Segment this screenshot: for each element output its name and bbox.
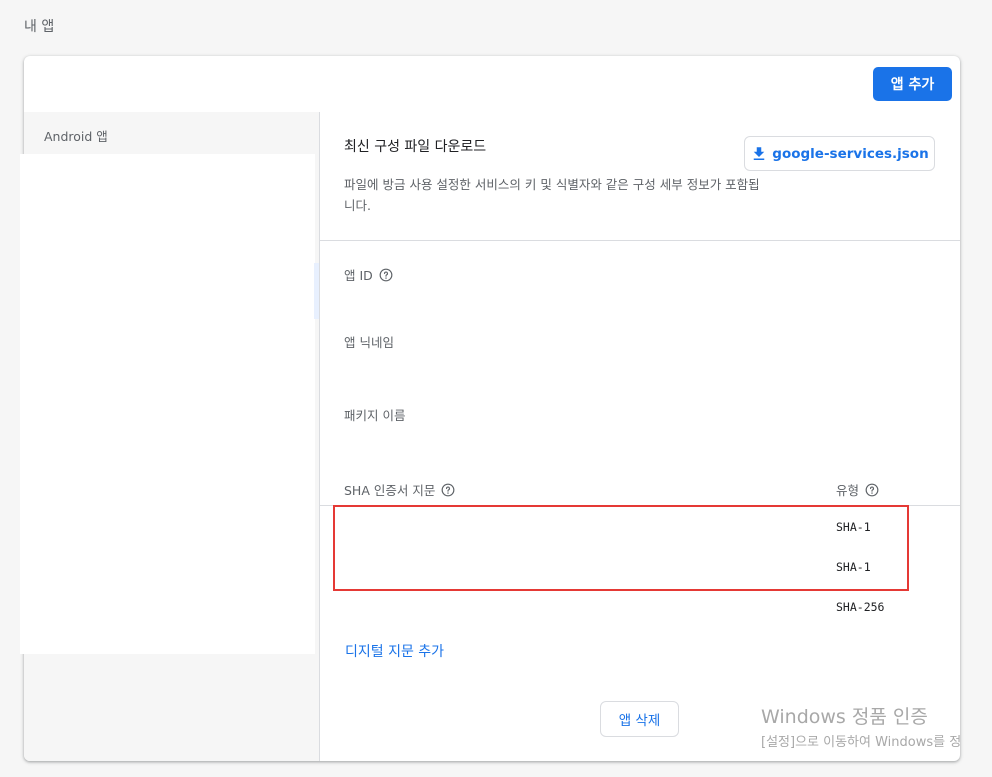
watermark-subtitle: [설정]으로 이동하여 Windows를 정: [761, 735, 962, 750]
add-app-button[interactable]: 앱 추가: [873, 67, 952, 101]
fingerprint-type-cell: SHA-256: [836, 600, 885, 614]
package-name-field: 패키지 이름: [344, 405, 405, 424]
fingerprint-type-header: 유형: [836, 480, 879, 499]
add-fingerprint-link[interactable]: 디지털 지문 추가: [345, 641, 444, 661]
download-icon: [754, 146, 765, 160]
app-nickname-label: 앱 닉네임: [344, 335, 394, 350]
help-icon[interactable]: [441, 483, 455, 497]
help-icon[interactable]: [379, 268, 393, 282]
app-list[interactable]: [20, 154, 315, 654]
section-divider: [320, 240, 960, 241]
package-name-label: 패키지 이름: [344, 408, 406, 423]
help-icon[interactable]: [865, 483, 879, 497]
app-card: 앱 추가 Android 앱 최신 구성 파일 다운로드 파일에 방금 사용 설…: [20, 56, 960, 761]
app-id-field: 앱 ID: [344, 265, 393, 284]
app-nickname-field: 앱 닉네임: [344, 332, 394, 351]
section-title: 내 앱: [24, 19, 55, 35]
pane-divider: [319, 112, 320, 761]
highlight-annotation-box: [333, 505, 909, 591]
fingerprint-type-label: 유형: [836, 483, 860, 498]
sha-fingerprint-label: SHA 인증서 지문: [344, 483, 436, 498]
download-title: 최신 구성 파일 다운로드: [344, 139, 487, 155]
sha-fingerprint-header: SHA 인증서 지문: [344, 480, 455, 499]
download-description: 파일에 방금 사용 설정한 서비스의 키 및 식별자와 같은 구성 세부 정보가…: [344, 177, 760, 213]
app-id-label: 앱 ID: [344, 268, 373, 283]
download-config-button[interactable]: google-services.json: [744, 136, 935, 171]
app-list-pane: Android 앱: [20, 112, 319, 761]
platform-label: Android 앱: [44, 129, 108, 144]
download-config-label: google-services.json: [772, 145, 929, 162]
windows-activation-watermark: Windows 정품 인증 [설정]으로 이동하여 Windows를 정: [761, 702, 961, 750]
watermark-title: Windows 정품 인증: [761, 706, 928, 728]
delete-app-button[interactable]: 앱 삭제: [600, 701, 679, 737]
